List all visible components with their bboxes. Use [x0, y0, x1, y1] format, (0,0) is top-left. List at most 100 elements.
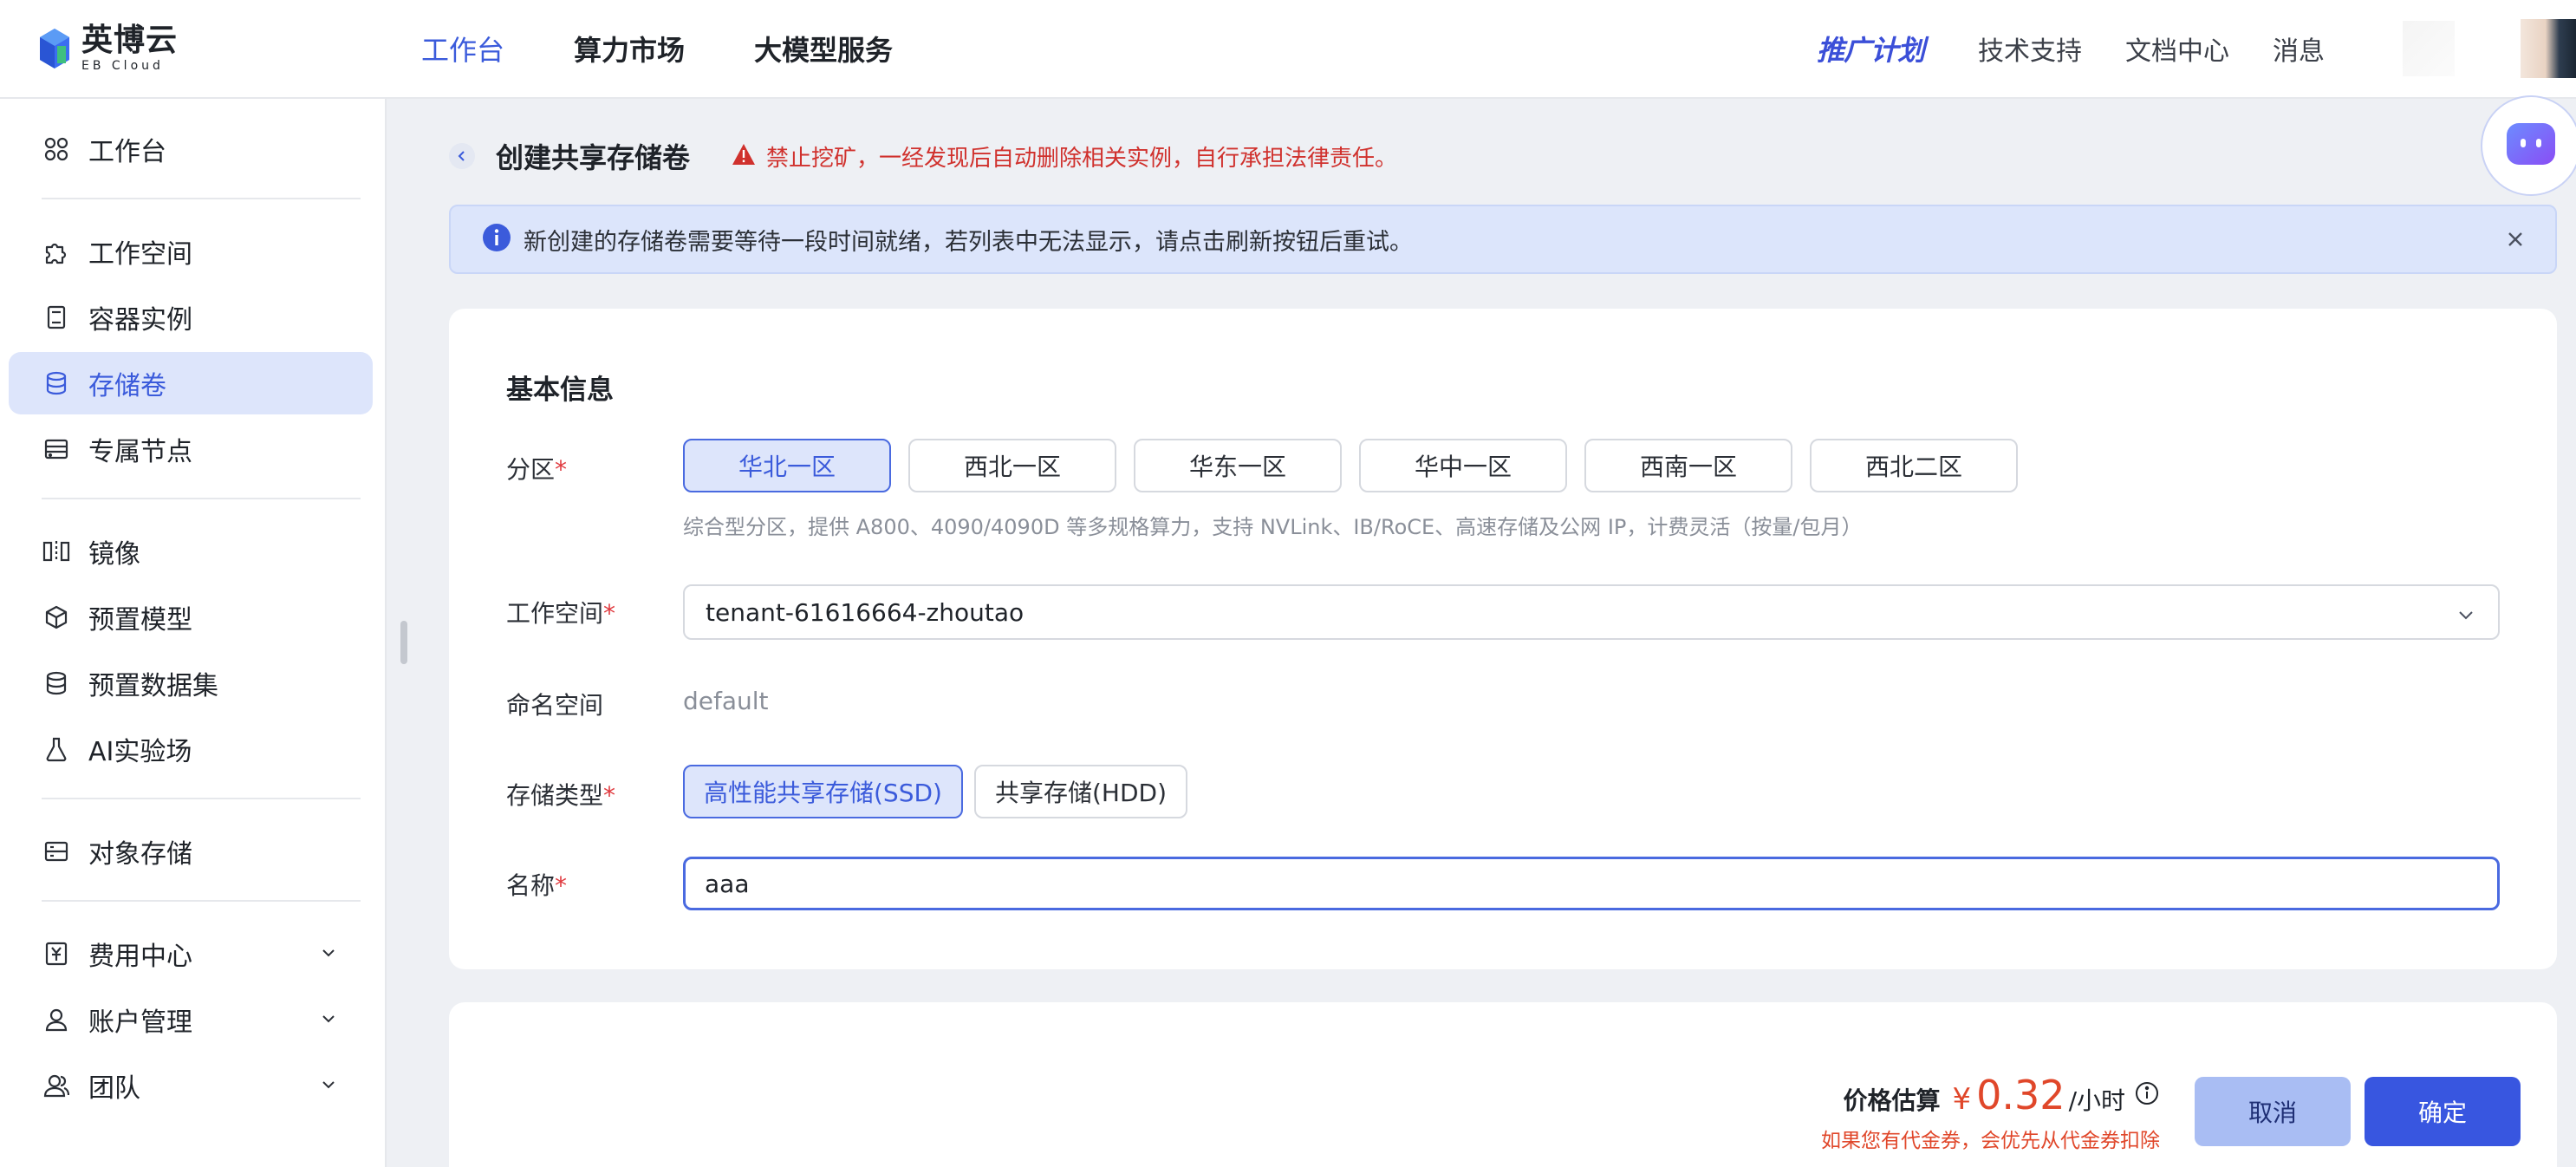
back-button[interactable]: [449, 143, 475, 169]
namespace-value: default: [683, 687, 769, 715]
coupon-note: 如果您有代金券，会优先从代金券扣除: [1821, 1130, 2160, 1152]
brand-name: 英博云: [81, 23, 179, 58]
top-navigation-bar: 英博云 EB Cloud 工作台 算力市场 大模型服务 推广计划 技术支持 文档…: [0, 0, 2576, 99]
sidebar-item-storage-volume[interactable]: 存储卷: [9, 352, 373, 414]
region-label: 分区*: [506, 455, 568, 484]
close-icon[interactable]: [2503, 227, 2527, 255]
sidebar-item-preset-dataset[interactable]: 预置数据集: [9, 652, 373, 714]
sidebar-item-label: AI实验场: [88, 737, 192, 767]
sidebar-item-label: 团队: [88, 1073, 140, 1104]
sidebar-item-label: 对象存储: [88, 839, 192, 870]
sidebar-item-ai-lab[interactable]: AI实验场: [9, 718, 373, 780]
puzzle-icon: [42, 237, 71, 266]
chevron-down-icon[interactable]: [319, 1009, 338, 1032]
sidebar-item-container[interactable]: 容器实例: [9, 286, 373, 349]
price-currency: ¥: [1952, 1082, 1972, 1117]
tech-support-link[interactable]: 技术支持: [1978, 29, 2082, 68]
topnav-compute-market[interactable]: 算力市场: [574, 29, 685, 68]
workspace-select[interactable]: tenant-61616664-zhoutao: [683, 584, 2500, 640]
sidebar-item-dedicated-node[interactable]: 专属节点: [9, 418, 373, 480]
server-icon: [42, 434, 71, 464]
sidebar-item-object-storage[interactable]: 对象存储: [9, 820, 373, 883]
sidebar-item-preset-model[interactable]: 预置模型: [9, 586, 373, 649]
name-input[interactable]: [683, 857, 2500, 910]
mining-warning: 禁止挖矿，一经发现后自动删除相关实例，自行承担法律责任。: [732, 140, 1397, 173]
sidebar-divider: [42, 198, 361, 199]
blurred-user-info: [2403, 21, 2455, 76]
region-hint: 综合型分区，提供 A800、4090/4090D 等多规格算力，支持 NVLin…: [683, 515, 1863, 539]
sidebar-item-team[interactable]: 团队: [9, 1054, 373, 1117]
sidebar-item-workbench[interactable]: 工作台: [9, 118, 373, 180]
sidebar-item-image[interactable]: 镜像: [9, 520, 373, 583]
database-icon: [42, 368, 71, 398]
promo-link[interactable]: 推广计划: [1817, 29, 1925, 68]
page-header: 创建共享存储卷 禁止挖矿，一经发现后自动删除相关实例，自行承担法律责任。: [449, 135, 1397, 177]
topnav-workbench[interactable]: 工作台: [421, 29, 504, 68]
sidebar-item-label: 工作空间: [88, 239, 192, 270]
cancel-button[interactable]: 取消: [2195, 1077, 2351, 1146]
cube-icon: [42, 603, 71, 632]
info-banner: 新创建的存储卷需要等待一段时间就绪，若列表中无法显示，请点击刷新按钮后重试。: [449, 205, 2557, 274]
chevron-down-icon[interactable]: [319, 1075, 338, 1098]
region-option-huabei1[interactable]: 华北一区: [683, 439, 891, 492]
robot-icon: [2503, 116, 2559, 175]
sidebar-item-workspace[interactable]: 工作空间: [9, 220, 373, 283]
region-option-xibei1[interactable]: 西北一区: [908, 439, 1116, 492]
sidebar: 工作台 工作空间 容器实例 存储卷 专属节点 镜像 预置模型 预置数据集 AI实…: [0, 99, 387, 1167]
sidebar-item-label: 镜像: [88, 539, 140, 570]
confirm-button[interactable]: 确定: [2365, 1077, 2521, 1146]
page-title: 创建共享存储卷: [496, 141, 691, 174]
price-value: 0.32: [1976, 1072, 2065, 1118]
section-title: 基本信息: [506, 375, 614, 406]
flask-icon: [42, 734, 71, 764]
name-label: 名称*: [506, 871, 568, 900]
storage-type-ssd[interactable]: 高性能共享存储(SSD): [683, 765, 963, 818]
sidebar-item-label: 费用中心: [88, 942, 192, 972]
info-circle-icon[interactable]: [2134, 1080, 2160, 1110]
sidebar-divider: [42, 900, 361, 902]
logo-mark-icon: [38, 27, 71, 70]
region-option-huadong1[interactable]: 华东一区: [1134, 439, 1342, 492]
storage-type-hdd[interactable]: 共享存储(HDD): [974, 765, 1188, 818]
sidebar-item-label: 工作台: [88, 137, 166, 167]
warning-text: 禁止挖矿，一经发现后自动删除相关实例，自行承担法律责任。: [766, 145, 1398, 172]
messages-link[interactable]: 消息: [2273, 29, 2325, 68]
sidebar-item-label: 预置数据集: [88, 671, 218, 701]
object-storage-icon: [42, 837, 71, 866]
chevron-down-icon: [2455, 603, 2477, 632]
region-option-xibei2[interactable]: 西北二区: [1810, 439, 2018, 492]
region-option-xinan1[interactable]: 西南一区: [1584, 439, 1792, 492]
assistant-bot-button[interactable]: [2481, 95, 2576, 196]
grid-icon: [42, 134, 71, 164]
sidebar-item-label: 账户管理: [88, 1007, 192, 1038]
sidebar-item-label: 专属节点: [88, 437, 192, 467]
region-option-huazhong1[interactable]: 华中一区: [1359, 439, 1567, 492]
topnav-llm-service[interactable]: 大模型服务: [754, 29, 893, 68]
workspace-value: tenant-61616664-zhoutao: [706, 597, 1025, 627]
chevron-down-icon[interactable]: [319, 943, 338, 966]
workspace-label: 工作空间*: [506, 599, 616, 628]
sidebar-divider: [42, 498, 361, 499]
sidebar-collapse-handle[interactable]: [400, 621, 407, 664]
price-label: 价格估算: [1843, 1086, 1941, 1115]
avatar[interactable]: [2521, 19, 2576, 78]
brand-subtitle: EB Cloud: [81, 59, 164, 73]
sidebar-item-label: 存储卷: [88, 371, 166, 401]
main-menu: 工作台 算力市场 大模型服务: [421, 0, 962, 97]
basic-info-card: 基本信息 分区* 华北一区 西北一区 华东一区 华中一区 西南一区 西北二区 综…: [449, 309, 2557, 969]
warning-icon: [732, 143, 756, 169]
sidebar-item-label: 容器实例: [88, 305, 192, 336]
namespace-label: 命名空间: [506, 691, 604, 720]
sidebar-item-billing[interactable]: 费用中心: [9, 923, 373, 985]
dataset-icon: [42, 668, 71, 698]
docs-link[interactable]: 文档中心: [2125, 29, 2229, 68]
brand-logo[interactable]: 英博云 EB Cloud: [38, 23, 178, 75]
sidebar-item-label: 预置模型: [88, 605, 192, 636]
info-text: 新创建的存储卷需要等待一段时间就绪，若列表中无法显示，请点击刷新按钮后重试。: [524, 228, 1413, 256]
price-unit: /小时: [2068, 1086, 2125, 1115]
storage-type-label: 存储类型*: [506, 781, 616, 810]
sidebar-item-account[interactable]: 账户管理: [9, 988, 373, 1051]
top-right-links: 推广计划 技术支持 文档中心 消息: [1817, 0, 2576, 97]
yen-icon: [42, 939, 71, 968]
mirror-icon: [42, 537, 71, 566]
